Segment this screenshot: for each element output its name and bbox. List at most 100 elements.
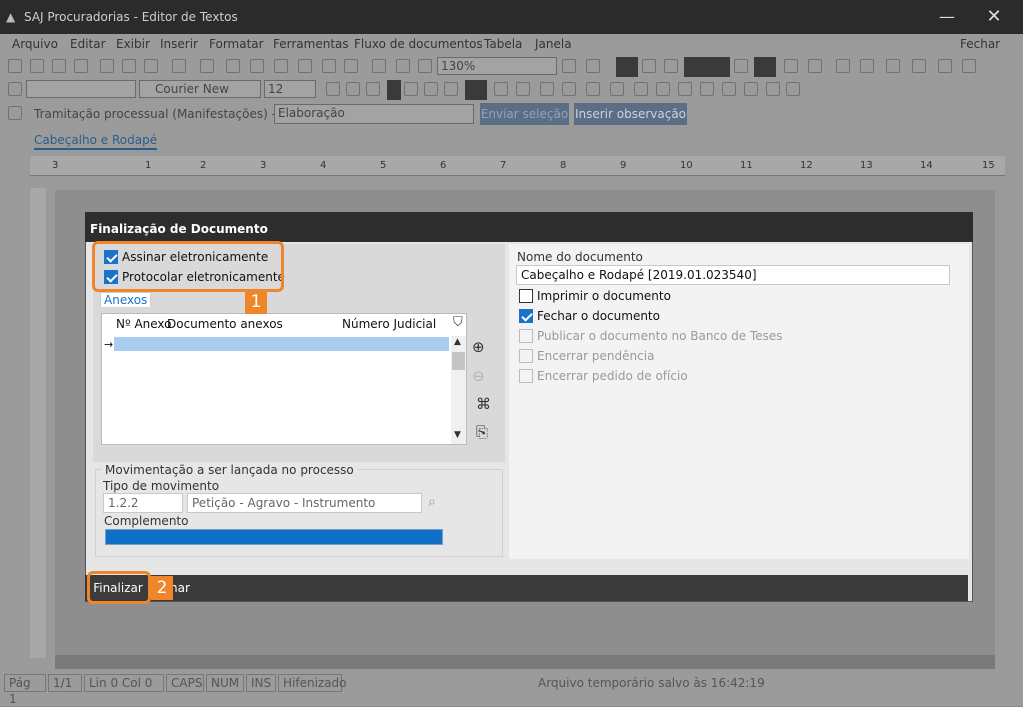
border-more-icon[interactable] xyxy=(786,82,800,96)
minimize-button[interactable]: — xyxy=(925,6,969,28)
table-icon[interactable] xyxy=(372,59,386,73)
tab-anexos[interactable]: Anexos xyxy=(100,292,152,307)
print-icon[interactable] xyxy=(100,59,114,73)
font-size-select[interactable]: 12 xyxy=(264,80,316,98)
bold-icon[interactable] xyxy=(326,82,340,96)
col-numero-anexo[interactable]: Nº Anexo xyxy=(116,317,172,331)
folder-icon[interactable] xyxy=(52,59,66,73)
font-select[interactable]: Courier New xyxy=(139,80,261,98)
justify-swatch[interactable] xyxy=(465,80,487,100)
filter-icon[interactable]: ⛉ xyxy=(453,315,463,330)
search-icon[interactable]: ⌕ xyxy=(428,494,436,510)
preview-icon[interactable] xyxy=(122,59,136,73)
add-anexo-icon[interactable]: ⊕ xyxy=(472,340,485,355)
border-all-icon[interactable] xyxy=(722,82,736,96)
scroll-up-icon[interactable]: ▲ xyxy=(454,337,461,347)
columns-icon[interactable] xyxy=(396,59,410,73)
ruler-num: 8 xyxy=(560,160,567,171)
border-bottom-icon[interactable] xyxy=(656,82,670,96)
align-left-icon[interactable] xyxy=(404,82,418,96)
menu-arquivo[interactable]: Arquivo xyxy=(12,37,58,51)
menu-exibir[interactable]: Exibir xyxy=(116,37,150,51)
menu-editar[interactable]: Editar xyxy=(70,37,106,51)
style-icon[interactable] xyxy=(8,82,22,96)
menu-ferramentas[interactable]: Ferramentas xyxy=(273,37,349,51)
style-select[interactable] xyxy=(26,80,136,98)
borders-icon[interactable] xyxy=(642,59,656,73)
border-none-icon[interactable] xyxy=(744,82,758,96)
font-color-icon[interactable] xyxy=(610,82,624,96)
new-doc-icon[interactable] xyxy=(8,59,22,73)
border-right-icon[interactable] xyxy=(700,82,714,96)
underline-icon[interactable] xyxy=(366,82,380,96)
cut-icon[interactable] xyxy=(200,59,214,73)
col-documento-anexos[interactable]: Documento anexos xyxy=(167,317,283,331)
anexo-info-icon[interactable]: ⎘ xyxy=(476,425,488,440)
attach-icon[interactable] xyxy=(172,59,186,73)
list-bullets-icon[interactable] xyxy=(494,82,508,96)
tipo-movimento-desc[interactable]: Petição - Agravo - Instrumento xyxy=(187,493,422,513)
grid-icon[interactable] xyxy=(664,59,678,73)
line-spacing-icon[interactable] xyxy=(586,82,600,96)
copy-icon[interactable] xyxy=(226,59,240,73)
table-insert-icon[interactable] xyxy=(836,59,850,73)
split-icon[interactable] xyxy=(784,59,798,73)
list-numbers-icon[interactable] xyxy=(516,82,530,96)
enviar-selecao-button[interactable]: Enviar seleção xyxy=(480,103,569,125)
col-numero-judicial[interactable]: Número Judicial xyxy=(342,317,436,331)
merge-icon[interactable] xyxy=(808,59,822,73)
eraser-icon[interactable] xyxy=(298,59,312,73)
border-left-icon[interactable] xyxy=(678,82,692,96)
color-swatch-3[interactable] xyxy=(754,57,776,77)
table-row[interactable] xyxy=(114,337,449,351)
table-props-icon[interactable] xyxy=(912,59,926,73)
align-right-icon[interactable] xyxy=(444,82,458,96)
open-doc-icon[interactable] xyxy=(30,59,44,73)
zoom-in-icon[interactable] xyxy=(586,59,600,73)
sort-icon[interactable] xyxy=(886,59,900,73)
highlight-swatch[interactable] xyxy=(387,80,401,100)
cells-icon[interactable] xyxy=(734,59,748,73)
fila-select[interactable]: Elaboração xyxy=(274,104,474,124)
table-grid-icon[interactable] xyxy=(962,59,976,73)
menu-inserir[interactable]: Inserir xyxy=(160,37,198,51)
close-window-button[interactable]: ✕ xyxy=(972,6,1016,28)
align-center-icon[interactable] xyxy=(424,82,438,96)
menu-janela[interactable]: Janela xyxy=(535,37,572,51)
grid-vertical-scrollbar[interactable]: ▲ ▼ xyxy=(451,336,466,444)
scroll-thumb[interactable] xyxy=(452,352,465,370)
pilcrow-icon[interactable] xyxy=(418,59,432,73)
border-inside-icon[interactable] xyxy=(766,82,780,96)
border-top-icon[interactable] xyxy=(634,82,648,96)
zoom-select[interactable]: 130% xyxy=(437,57,557,75)
table-style-icon[interactable] xyxy=(938,59,952,73)
paste-icon[interactable] xyxy=(250,59,264,73)
color-swatch-1[interactable] xyxy=(616,57,638,77)
menu-tabela[interactable]: Tabela xyxy=(484,37,522,51)
nome-documento-input[interactable]: Cabeçalho e Rodapé [2019.01.023540] xyxy=(516,265,950,285)
fechar-checkbox[interactable] xyxy=(519,309,533,323)
italic-icon[interactable] xyxy=(346,82,360,96)
undo-icon[interactable] xyxy=(322,59,336,73)
table-delete-icon[interactable] xyxy=(860,59,874,73)
inserir-observacao-button[interactable]: Inserir observação xyxy=(574,103,687,125)
tab-cabecalho-rodape[interactable]: Cabeçalho e Rodapé xyxy=(34,133,158,150)
save-icon[interactable] xyxy=(74,59,88,73)
menu-fechar[interactable]: Fechar xyxy=(960,37,1000,51)
tipo-movimento-code[interactable]: 1.2.2 xyxy=(103,493,183,513)
menu-formatar[interactable]: Formatar xyxy=(209,37,264,51)
format-painter-icon[interactable] xyxy=(274,59,288,73)
spell-icon[interactable] xyxy=(144,59,158,73)
anexos-grid[interactable] xyxy=(101,313,467,445)
zoom-out-icon[interactable] xyxy=(562,59,576,73)
attach-file-icon[interactable]: ⌘ xyxy=(476,397,491,412)
indent-increase-icon[interactable] xyxy=(562,82,576,96)
horizontal-scrollbar[interactable] xyxy=(55,655,995,669)
imprimir-checkbox[interactable] xyxy=(519,289,533,303)
menu-fluxo-documentos[interactable]: Fluxo de documentos xyxy=(354,37,483,51)
color-swatch-2[interactable] xyxy=(684,57,730,77)
redo-icon[interactable] xyxy=(344,59,358,73)
complemento-field[interactable] xyxy=(105,529,443,545)
scroll-down-icon[interactable]: ▼ xyxy=(454,430,461,440)
indent-decrease-icon[interactable] xyxy=(540,82,554,96)
